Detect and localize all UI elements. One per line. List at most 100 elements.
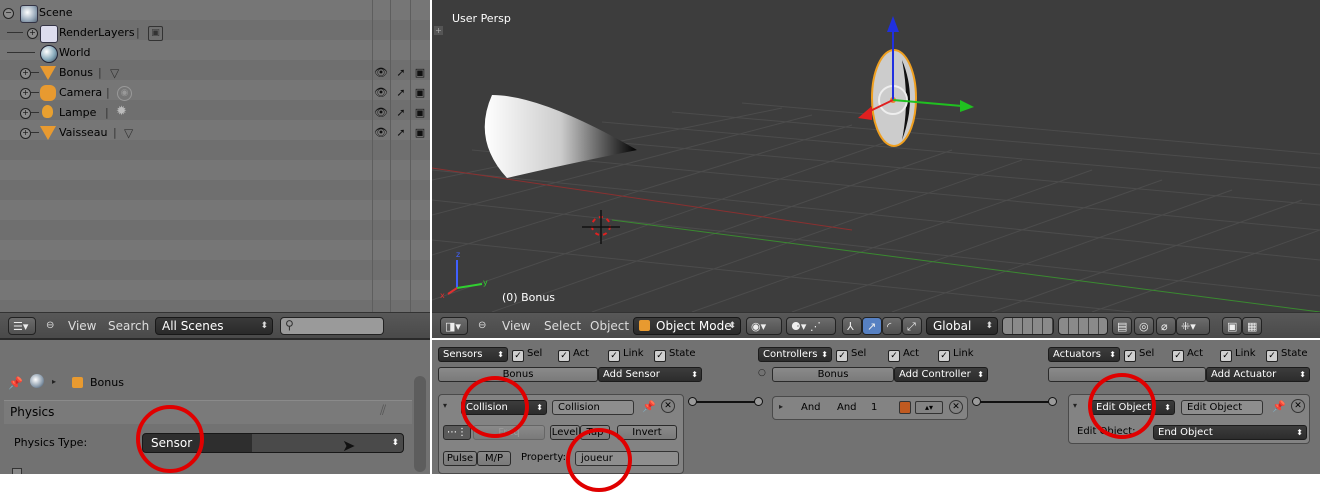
select-menu[interactable]: Select [544,317,581,335]
renderlayer-sub-icon[interactable]: ▣ [148,26,163,41]
pivot-point-select[interactable]: ⚈▾ ⋰ [786,317,836,335]
snap-element-select[interactable]: ⁜▾ [1176,317,1210,335]
visibility-eye-icon[interactable]: 👁 [374,66,388,79]
add-sensor-select[interactable]: Add Sensor ⬍ [598,367,702,382]
lock-layers-icon[interactable]: ▤ [1112,317,1132,335]
mesh-data-icon[interactable]: ▽ [124,126,133,140]
expand-toggle-icon[interactable]: + [20,68,31,79]
view-menu[interactable]: View [68,317,96,335]
actuator-name-field[interactable]: Edit Object [1181,400,1263,415]
sensor-type-select[interactable]: Collision ⬍ [461,400,547,415]
sensor-name-field[interactable]: Collision [552,400,634,415]
physics-type-select[interactable]: Sensor ⬍ [142,433,404,453]
controllers-menu[interactable]: Controllers ⬍ [758,347,832,362]
material-property-toggle[interactable]: M/P [477,451,511,466]
controller-state-number[interactable]: 1 [871,402,877,413]
mesh-data-icon[interactable]: ▽ [110,66,119,80]
add-actuator-select[interactable]: Add Actuator ⬍ [1206,367,1310,382]
freq-field[interactable]: Freq [473,425,545,440]
sensors-act-checkbox[interactable]: ✓ Act [558,347,589,362]
snap-toggle-icon[interactable]: ⌀ [1156,317,1176,335]
display-mode-select[interactable]: All Scenes ⬍ [155,317,273,335]
controllers-act-checkbox[interactable]: ✓ Act [888,347,919,362]
next-section-checkbox[interactable] [12,468,22,474]
select-cursor-icon[interactable]: ➚ [394,66,408,79]
bookmark-icon[interactable] [899,401,911,414]
sensors-state-checkbox[interactable]: ✓ State [654,347,695,362]
controller-name-value[interactable]: And [837,402,857,413]
sensors-object-label[interactable]: Bonus [438,367,598,382]
tap-toggle[interactable]: Tap [580,425,610,440]
outliner-item-world[interactable]: World [0,43,430,63]
3d-viewport[interactable]: User Persp (0) Bonus z y x + [432,0,1320,312]
render-camera-icon[interactable]: ▣ [413,106,427,119]
scale-manipulator-icon[interactable]: ⤢ [902,317,922,335]
sensors-link-checkbox[interactable]: ✓ Link [608,347,643,362]
editor-type-icon[interactable]: ◨▾ [440,317,468,335]
orientation-select[interactable]: Global ⬍ [926,317,998,335]
lamp-data-icon[interactable]: ✹ [116,104,127,119]
mode-select[interactable]: Object Mode ⬍ [633,317,741,335]
select-cursor-icon[interactable]: ➚ [394,86,408,99]
move-up-down-icon[interactable]: ▴▾ [915,401,943,414]
visibility-eye-icon[interactable]: 👁 [374,86,388,99]
controller-input-socket[interactable] [754,397,763,406]
actuators-state-checkbox[interactable]: ✓ State [1266,347,1307,362]
actuator-type-select[interactable]: Edit Object ⬍ [1091,400,1175,415]
shading-select[interactable]: ◉▾ [746,317,782,335]
actuators-link-checkbox[interactable]: ✓ Link [1220,347,1255,362]
render-animation-icon[interactable]: ▦ [1242,317,1262,335]
collapse-toggle-icon[interactable]: − [3,8,14,19]
pin-icon[interactable]: 📌 [8,376,23,390]
render-camera-icon[interactable]: ▣ [413,66,427,79]
object-menu[interactable]: Object [590,317,629,335]
controllers-sel-checkbox[interactable]: ✓ Sel [836,347,866,362]
actuators-act-checkbox[interactable]: ✓ Act [1172,347,1203,362]
rotate-manipulator-icon[interactable]: ◜ [882,317,902,335]
property-field[interactable]: joueur [575,451,679,466]
outliner-item-camera[interactable]: + Camera | ◉ 👁 ➚ ▣ [0,83,430,103]
editor-type-icon[interactable]: ☰▾ [8,317,36,335]
controllers-object-label[interactable]: Bonus [772,367,894,382]
pulse-toggle[interactable]: Pulse [443,451,477,466]
actuators-menu[interactable]: Actuators ⬍ [1048,347,1120,362]
outliner-item-renderlayers[interactable]: + RenderLayers | ▣ [0,23,430,43]
collapse-arrow-icon[interactable]: ▾ [443,401,455,413]
actuator-input-socket[interactable] [1048,397,1057,406]
scene-layers-a[interactable] [1002,317,1054,335]
view-menu[interactable]: View [502,317,530,335]
search-menu[interactable]: Search [108,317,149,335]
camera-data-icon[interactable]: ◉ [117,86,132,101]
collapse-arrow-icon[interactable]: ▾ [1073,401,1077,410]
render-camera-icon[interactable]: ▣ [413,86,427,99]
physics-section-header[interactable]: Physics ⫽ [4,400,412,424]
drag-handle-icon[interactable]: ⫽ [380,403,386,419]
edit-object-mode-select[interactable]: End Object ⬍ [1153,425,1307,440]
actuators-object-label[interactable] [1048,367,1206,382]
close-icon[interactable]: ✕ [661,399,675,413]
expand-toggle-icon[interactable]: + [20,108,31,119]
proportional-edit-icon[interactable]: ◎ [1134,317,1154,335]
select-cursor-icon[interactable]: ➚ [394,106,408,119]
outliner-item-scene[interactable]: − Scene [0,3,430,23]
3d-cursor[interactable] [582,210,620,244]
render-camera-icon[interactable]: ▣ [413,126,427,139]
manipulator-toggle-icon[interactable]: ⅄ [842,317,862,335]
outliner-item-lampe[interactable]: + Lampe | ✹ 👁 ➚ ▣ [0,103,430,123]
collapse-menu-icon[interactable]: ⊖ [46,317,54,335]
properties-scrollbar[interactable] [414,376,426,472]
outliner-item-vaisseau[interactable]: + Vaisseau | ▽ 👁 ➚ ▣ [0,123,430,143]
pin-icon[interactable]: 📌 [1272,400,1286,413]
level-toggle[interactable]: Level [550,425,580,440]
toolshelf-toggle-icon[interactable]: + [434,26,443,35]
cone-object[interactable] [484,95,637,178]
sensors-menu[interactable]: Sensors ⬍ [438,347,508,362]
expand-toggle-icon[interactable]: + [27,28,38,39]
render-opengl-icon[interactable]: ▣ [1222,317,1242,335]
actuators-sel-checkbox[interactable]: ✓ Sel [1124,347,1154,362]
expand-toggle-icon[interactable]: + [20,88,31,99]
pulse-mode-icons[interactable]: ⋯⋮ [443,425,471,440]
controllers-link-checkbox[interactable]: ✓ Link [938,347,973,362]
expand-arrow-icon[interactable]: ▸ [779,402,783,411]
select-cursor-icon[interactable]: ➚ [394,126,408,139]
